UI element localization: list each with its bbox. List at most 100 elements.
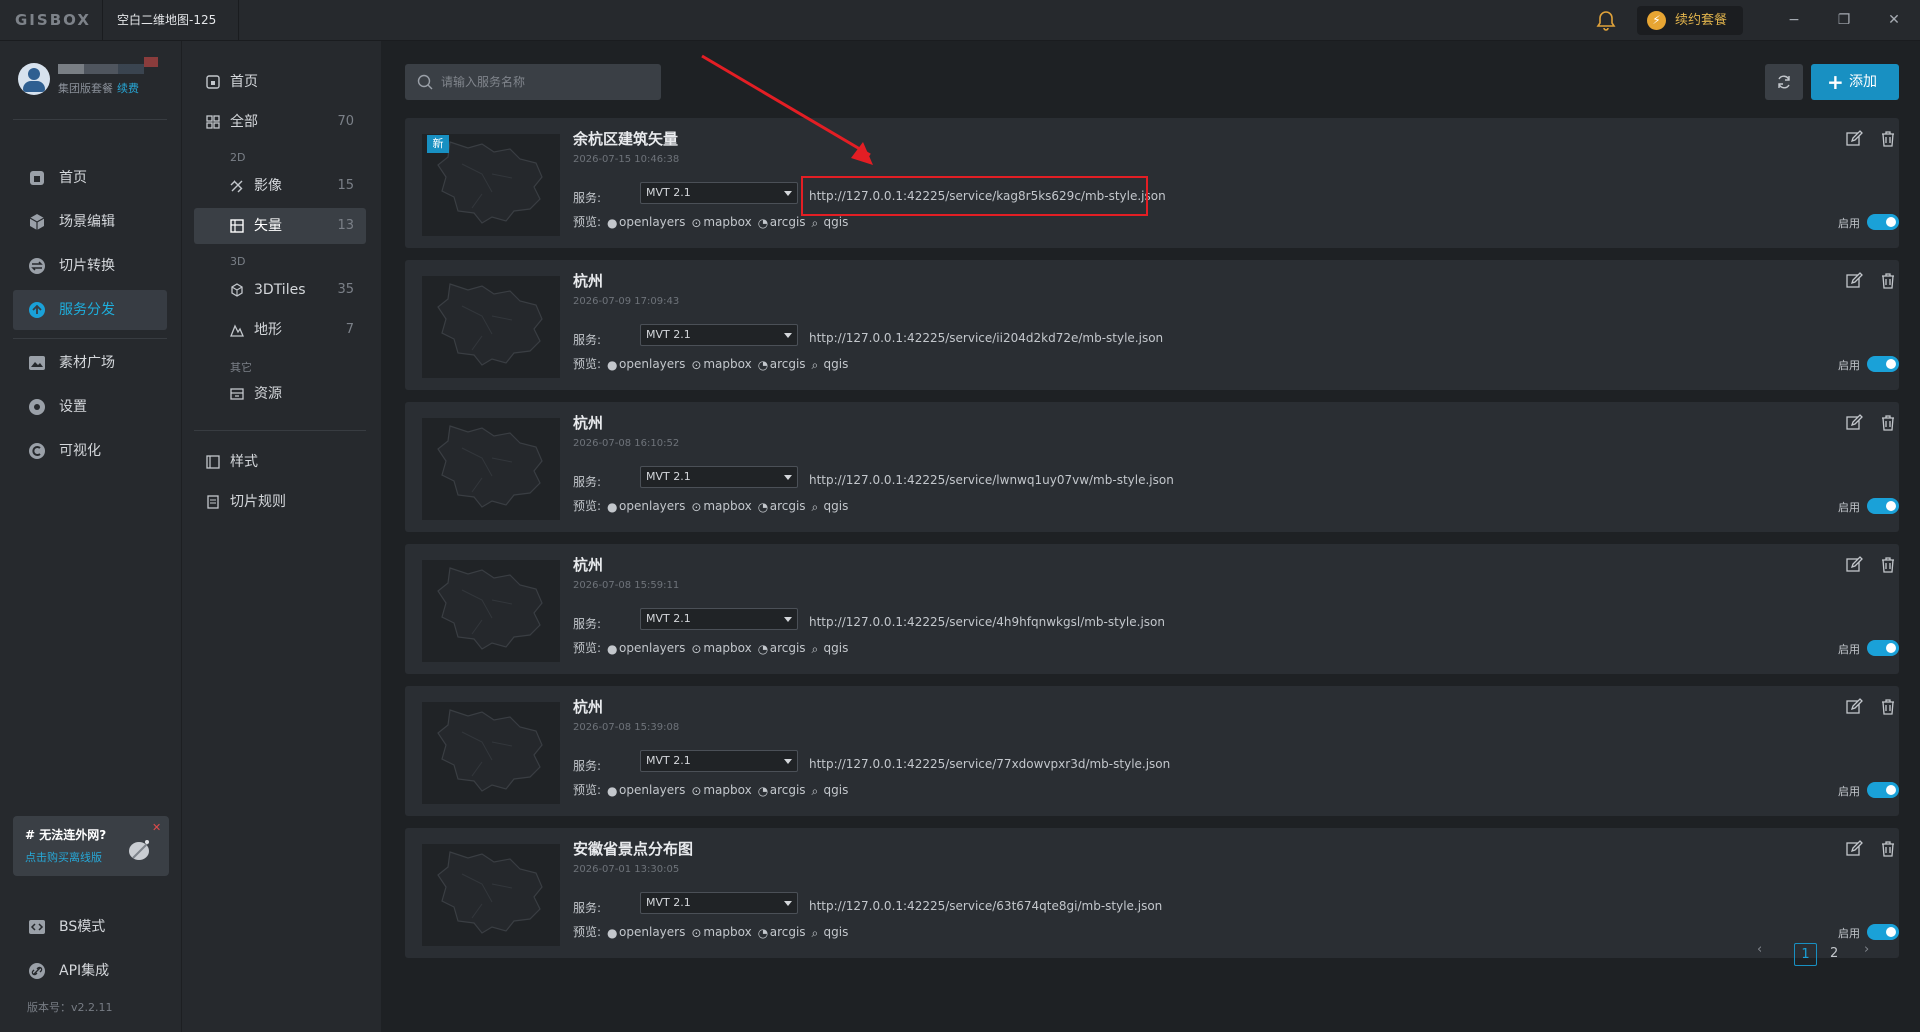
map-thumbnail[interactable]: [422, 276, 560, 378]
trash-icon[interactable]: [1879, 840, 1897, 858]
service-url[interactable]: http://127.0.0.1:42225/service/ii204d2kd…: [809, 331, 1163, 345]
preview-mapbox-link[interactable]: ⊙ mapbox: [691, 357, 751, 372]
preview-openlayers-link[interactable]: ● openlayers: [607, 641, 685, 656]
nav-api-integration[interactable]: API集成: [13, 951, 167, 991]
mountain-icon: [230, 324, 244, 337]
preview-openlayers-link[interactable]: ● openlayers: [607, 925, 685, 940]
category-terrain[interactable]: 地形 7: [194, 312, 366, 348]
nav-home[interactable]: 首页: [13, 158, 167, 198]
category-all[interactable]: 全部 70: [194, 104, 366, 140]
refresh-button[interactable]: [1765, 64, 1803, 100]
close-icon[interactable]: ✕: [152, 821, 161, 834]
preview-openlayers-link[interactable]: ● openlayers: [607, 783, 685, 798]
service-url[interactable]: http://127.0.0.1:42225/service/lwnwq1uy0…: [809, 473, 1174, 487]
close-button[interactable]: ✕: [1884, 10, 1904, 30]
trash-icon[interactable]: [1879, 130, 1897, 148]
category-vector[interactable]: 矢量 13: [194, 208, 366, 244]
prev-page-button[interactable]: ‹: [1757, 942, 1762, 957]
edit-icon[interactable]: [1845, 556, 1863, 574]
preview-mapbox-link[interactable]: ⊙ mapbox: [691, 499, 751, 514]
map-thumbnail[interactable]: [422, 418, 560, 520]
map-thumbnail[interactable]: [422, 560, 560, 662]
preview-openlayers-link[interactable]: ● openlayers: [607, 357, 685, 372]
minimize-button[interactable]: −: [1784, 10, 1804, 30]
renew-plan-button[interactable]: ⚡ 续约套餐: [1637, 6, 1743, 35]
category-3dtiles[interactable]: 3DTiles 35: [194, 272, 366, 308]
promo-buy-link[interactable]: 点击购买离线版: [25, 849, 102, 865]
edit-icon[interactable]: [1845, 130, 1863, 148]
edit-icon[interactable]: [1845, 414, 1863, 432]
service-version-select[interactable]: MVT 2.1: [640, 324, 798, 346]
preview-option-label: mapbox: [703, 641, 752, 655]
map-thumbnail[interactable]: [422, 702, 560, 804]
category-count: 70: [337, 114, 354, 129]
nav-visualization[interactable]: 可视化: [13, 431, 167, 471]
preview-mapbox-link[interactable]: ⊙ mapbox: [691, 641, 752, 656]
trash-icon[interactable]: [1879, 698, 1897, 716]
enable-toggle[interactable]: [1867, 924, 1899, 940]
preview-qgis-link[interactable]: ⌕ qgis: [812, 783, 849, 798]
next-page-button[interactable]: ›: [1864, 942, 1869, 957]
nav-settings[interactable]: 设置: [13, 387, 167, 427]
trash-icon[interactable]: [1879, 556, 1897, 574]
map-thumbnail[interactable]: [422, 844, 560, 946]
preview-qgis-link[interactable]: ⌕ qgis: [812, 499, 849, 514]
edit-icon[interactable]: [1845, 840, 1863, 858]
preview-mapbox-link[interactable]: ⊙ mapbox: [691, 215, 751, 230]
bell-icon[interactable]: [1594, 9, 1618, 33]
enable-toggle[interactable]: [1867, 356, 1899, 372]
service-version-select[interactable]: MVT 2.1: [640, 608, 798, 630]
category-style[interactable]: 样式: [194, 444, 366, 480]
category-resource[interactable]: 资源: [194, 376, 366, 412]
enable-toggle[interactable]: [1867, 640, 1899, 656]
nav-tile-convert[interactable]: 切片转换: [13, 246, 167, 286]
preview-arcgis-link[interactable]: ◔ arcgis: [758, 215, 806, 230]
preview-qgis-link[interactable]: ⌕ qgis: [812, 641, 849, 656]
preview-mapbox-link[interactable]: ⊙ mapbox: [691, 783, 751, 798]
offline-promo-banner[interactable]: # 无法连外网? 点击购买离线版 ✕: [13, 816, 169, 876]
trash-icon[interactable]: [1879, 272, 1897, 290]
enable-toggle[interactable]: [1867, 498, 1899, 514]
service-url[interactable]: http://127.0.0.1:42225/service/4h9hfqnwk…: [809, 615, 1165, 629]
service-url[interactable]: http://127.0.0.1:42225/service/77xdowvpx…: [809, 757, 1170, 771]
service-version-select[interactable]: MVT 2.1: [640, 892, 798, 914]
restore-button[interactable]: ❐: [1834, 10, 1854, 30]
preview-arcgis-link[interactable]: ◔ arcgis: [758, 357, 806, 372]
preview-openlayers-link[interactable]: ● openlayers: [607, 499, 685, 514]
category-imagery[interactable]: 影像 15: [194, 168, 366, 204]
preview-qgis-link[interactable]: ⌕ qgis: [812, 215, 849, 230]
category-home[interactable]: 首页: [194, 64, 366, 100]
renew-link[interactable]: 续费: [117, 82, 139, 95]
edit-icon[interactable]: [1845, 698, 1863, 716]
trash-icon[interactable]: [1879, 414, 1897, 432]
preview-qgis-link[interactable]: ⌕ qgis: [812, 925, 849, 940]
preview-arcgis-link[interactable]: ◔ arcgis: [758, 783, 806, 798]
preview-arcgis-link[interactable]: ◔ arcgis: [758, 641, 806, 656]
page-2-button[interactable]: 2: [1830, 946, 1838, 961]
service-version-select[interactable]: MVT 2.1: [640, 182, 798, 204]
avatar[interactable]: [18, 63, 50, 95]
preview-qgis-link[interactable]: ⌕ qgis: [812, 357, 849, 372]
category-count: 35: [337, 282, 354, 297]
enable-toggle[interactable]: [1867, 214, 1899, 230]
search-box[interactable]: [405, 64, 661, 100]
service-version-select[interactable]: MVT 2.1: [640, 466, 798, 488]
preview-openlayers-link[interactable]: ● openlayers: [607, 215, 685, 230]
service-url[interactable]: http://127.0.0.1:42225/service/63t674qte…: [809, 899, 1162, 913]
page-1-button[interactable]: 1: [1794, 943, 1817, 966]
service-version-select[interactable]: MVT 2.1: [640, 750, 798, 772]
add-service-button[interactable]: + 添加: [1811, 64, 1899, 100]
preview-arcgis-link[interactable]: ◔ arcgis: [758, 925, 806, 940]
category-tile-rules[interactable]: 切片规则: [194, 484, 366, 520]
preview-arcgis-link[interactable]: ◔ arcgis: [758, 499, 806, 514]
nav-scene-edit[interactable]: 场景编辑: [13, 202, 167, 242]
search-input[interactable]: [441, 64, 651, 100]
edit-icon[interactable]: [1845, 272, 1863, 290]
enable-toggle[interactable]: [1867, 782, 1899, 798]
window-tab[interactable]: 空白二维地图-125: [102, 0, 240, 41]
nav-asset-plaza[interactable]: 素材广场: [13, 343, 167, 383]
nav-service-distribution[interactable]: 服务分发: [13, 290, 167, 330]
nav-bs-mode[interactable]: BS模式: [13, 907, 167, 947]
preview-mapbox-link[interactable]: ⊙ mapbox: [691, 925, 751, 940]
service-name: 杭州: [573, 272, 604, 290]
